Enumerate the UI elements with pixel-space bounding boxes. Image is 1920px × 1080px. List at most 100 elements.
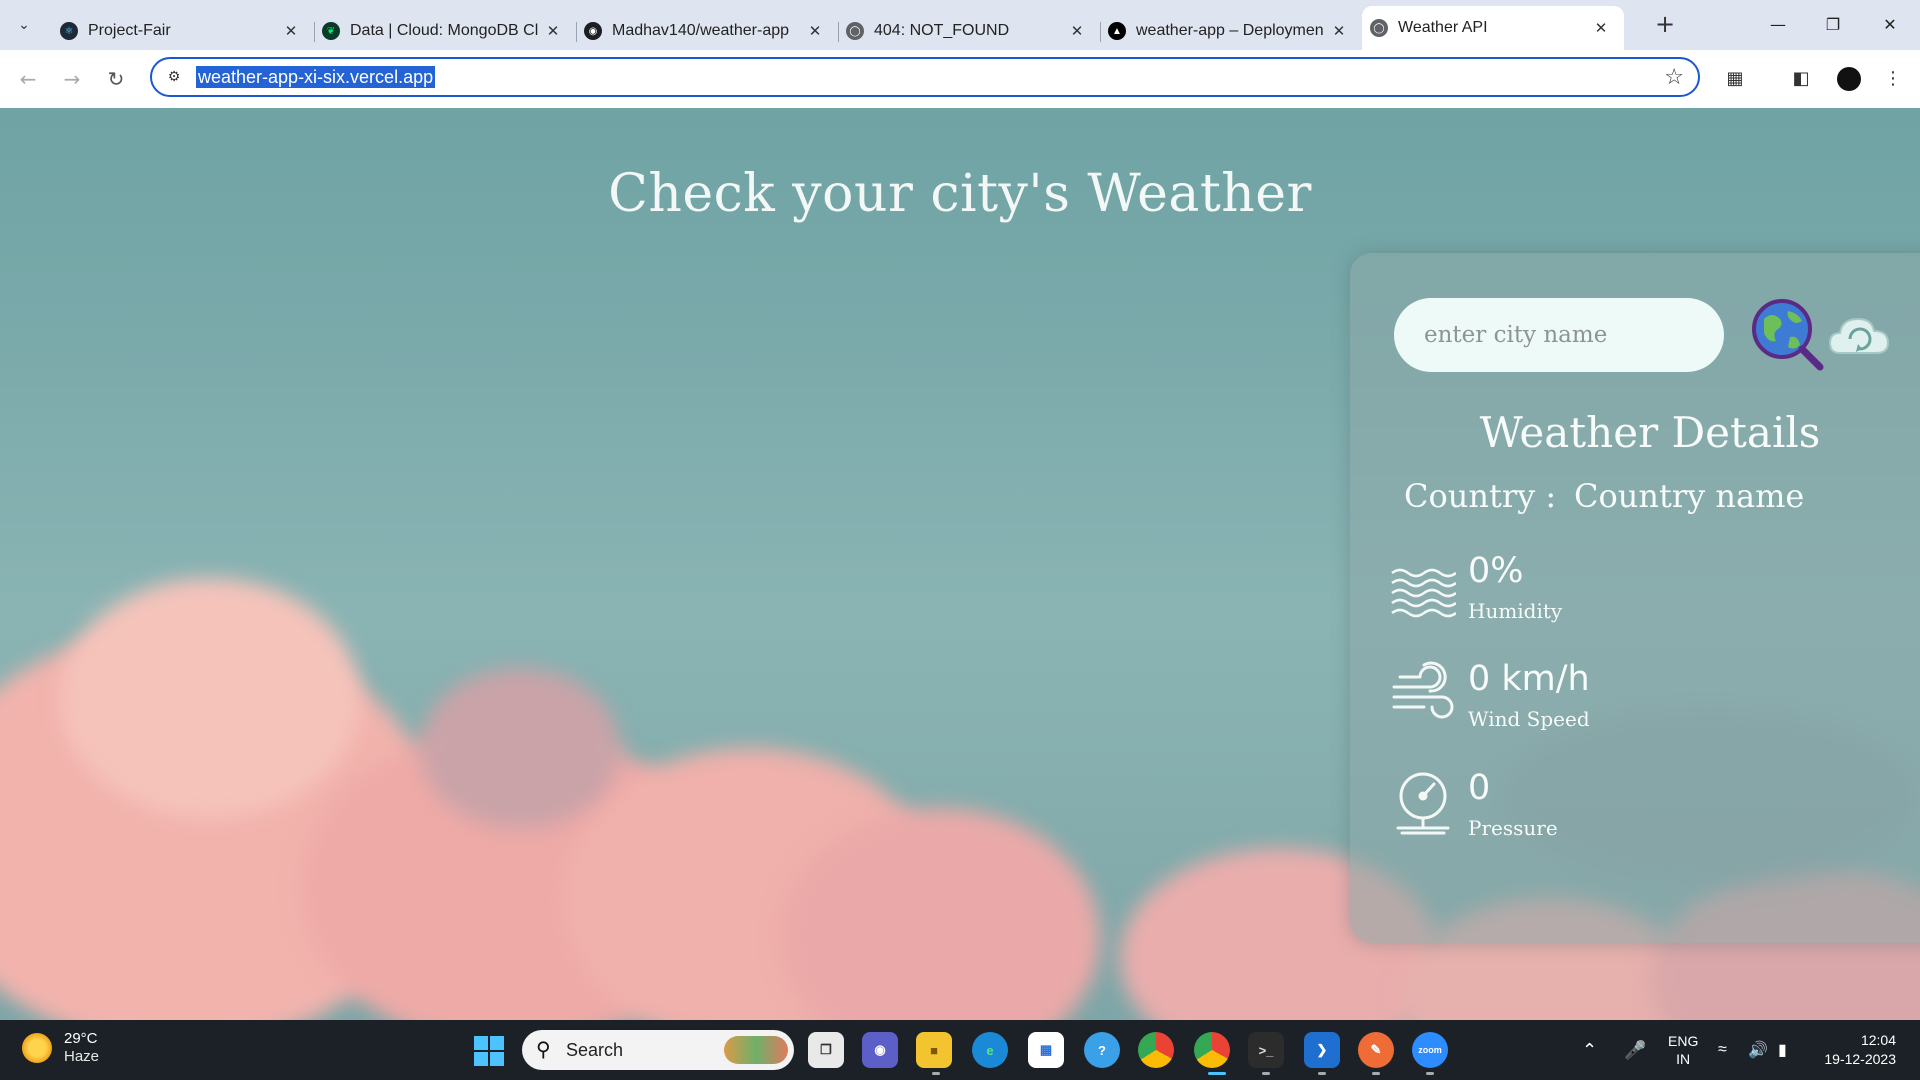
wind-icon bbox=[1392, 661, 1454, 719]
extensions-icon[interactable]: ▦ bbox=[1720, 64, 1750, 94]
widget-condition: Haze bbox=[64, 1048, 100, 1065]
pressure-gauge-icon bbox=[1396, 772, 1450, 835]
task-view-icon[interactable]: ❐ bbox=[808, 1032, 844, 1068]
tab-title: Weather API bbox=[1398, 19, 1488, 36]
side-panel-icon[interactable]: ◧ bbox=[1786, 64, 1816, 94]
close-icon[interactable]: ✕ bbox=[282, 22, 300, 40]
clock-date: 19-12-2023 bbox=[1824, 1051, 1896, 1067]
close-icon[interactable]: ✕ bbox=[1592, 19, 1610, 37]
weather-widget[interactable]: 29°C Haze bbox=[22, 1030, 99, 1066]
country-value: Country name bbox=[1574, 477, 1805, 515]
pressure-metric: 0 Pressure bbox=[1390, 768, 1790, 850]
running-indicator bbox=[932, 1072, 940, 1075]
back-button[interactable]: ← bbox=[12, 63, 44, 95]
tab-vercel[interactable]: ▲ weather-app – Deploymen ✕ bbox=[1100, 12, 1362, 50]
start-windows-icon[interactable] bbox=[474, 1036, 504, 1066]
postman-icon[interactable]: ✎ bbox=[1358, 1032, 1394, 1068]
github-icon: ◉ bbox=[584, 22, 602, 40]
forward-button[interactable]: → bbox=[56, 63, 88, 95]
city-search-input[interactable] bbox=[1394, 298, 1724, 372]
language-indicator[interactable]: ENG IN bbox=[1668, 1020, 1698, 1080]
tab-title: weather-app – Deploymen bbox=[1136, 22, 1324, 39]
url-text[interactable]: weather-app-xi-six.vercel.app bbox=[196, 66, 436, 88]
react-icon: ⚛ bbox=[60, 22, 78, 40]
microsoft-store-icon[interactable]: ▦ bbox=[1028, 1032, 1064, 1068]
pressure-value: 0 bbox=[1468, 768, 1491, 808]
running-indicator bbox=[1262, 1072, 1270, 1075]
bookmark-star-icon[interactable]: ☆ bbox=[1664, 65, 1684, 90]
teams-chat-icon[interactable]: ◉ bbox=[862, 1032, 898, 1068]
weather-details-heading: Weather Details bbox=[1479, 408, 1821, 457]
wifi-icon[interactable]: ≈ bbox=[1718, 1020, 1727, 1080]
tab-strip: ⌄ ⚛ Project-Fair ✕ ❦ Data | Cloud: Mongo… bbox=[0, 0, 1920, 50]
battery-icon[interactable]: ▮ bbox=[1778, 1020, 1787, 1080]
globe-icon: ◯ bbox=[1370, 19, 1388, 37]
clock[interactable]: 12:04 19-12-2023 bbox=[1816, 1020, 1896, 1080]
close-icon[interactable]: ✕ bbox=[544, 22, 562, 40]
microphone-icon[interactable]: 🎤 bbox=[1624, 1020, 1646, 1080]
running-indicator bbox=[1318, 1072, 1326, 1075]
refresh-cloud-icon[interactable] bbox=[1828, 309, 1892, 361]
helper-app-icon[interactable]: ? bbox=[1084, 1032, 1120, 1068]
search-highlight-image bbox=[724, 1036, 788, 1064]
page-viewport: Check your city's Weather Weather Detail… bbox=[0, 108, 1920, 1020]
chrome-icon[interactable] bbox=[1138, 1032, 1174, 1068]
humidity-waves-icon bbox=[1391, 568, 1456, 618]
vercel-icon: ▲ bbox=[1108, 22, 1126, 40]
zoom-icon[interactable]: zoom bbox=[1412, 1032, 1448, 1068]
close-icon[interactable]: ✕ bbox=[1068, 22, 1086, 40]
tab-weather-api[interactable]: ◯ Weather API ✕ bbox=[1362, 6, 1624, 50]
globe-icon: ◯ bbox=[846, 22, 864, 40]
chrome-profile-icon[interactable] bbox=[1194, 1032, 1230, 1068]
widget-temperature: 29°C bbox=[64, 1030, 98, 1047]
running-indicator bbox=[1372, 1072, 1380, 1075]
menu-kebab-icon[interactable]: ⋮ bbox=[1878, 64, 1908, 94]
wind-speed-label: Wind Speed bbox=[1468, 707, 1590, 731]
restore-button[interactable]: ❐ bbox=[1805, 8, 1861, 42]
sun-haze-icon bbox=[22, 1033, 52, 1063]
chevron-up-icon[interactable]: ⌃ bbox=[1582, 1020, 1597, 1080]
language-line1: ENG bbox=[1668, 1033, 1699, 1049]
minimize-button[interactable]: — bbox=[1750, 8, 1806, 42]
wind-speed-value: 0 km/h bbox=[1468, 659, 1590, 699]
wind-speed-metric: 0 km/h Wind Speed bbox=[1390, 659, 1790, 741]
reload-button[interactable]: ↻ bbox=[100, 63, 132, 95]
mongodb-leaf-icon: ❦ bbox=[322, 22, 340, 40]
tab-title: 404: NOT_FOUND bbox=[874, 22, 1010, 39]
close-icon[interactable]: ✕ bbox=[806, 22, 824, 40]
new-tab-button[interactable]: + bbox=[1650, 10, 1680, 40]
edge-icon[interactable]: e bbox=[972, 1032, 1008, 1068]
volume-icon[interactable]: 🔊 bbox=[1748, 1020, 1768, 1080]
profile-avatar[interactable] bbox=[1834, 64, 1864, 94]
humidity-label: Humidity bbox=[1468, 599, 1563, 623]
tab-list: ⚛ Project-Fair ✕ ❦ Data | Cloud: MongoDB… bbox=[52, 6, 1624, 50]
tab-404[interactable]: ◯ 404: NOT_FOUND ✕ bbox=[838, 12, 1100, 50]
tab-title: Madhav140/weather-app bbox=[612, 22, 790, 39]
search-globe-icon[interactable] bbox=[1750, 297, 1826, 373]
country-label: Country : bbox=[1404, 477, 1557, 515]
active-indicator bbox=[1208, 1072, 1226, 1075]
clock-time: 12:04 bbox=[1860, 1032, 1896, 1048]
tab-title: Project-Fair bbox=[88, 22, 171, 39]
address-bar[interactable]: ⚙ weather-app-xi-six.vercel.app ☆ bbox=[150, 57, 1700, 97]
site-info-icon[interactable]: ⚙ bbox=[164, 67, 184, 87]
language-line2: IN bbox=[1676, 1051, 1691, 1067]
page-title: Check your city's Weather bbox=[608, 164, 1312, 224]
tab-mongodb[interactable]: ❦ Data | Cloud: MongoDB Cl ✕ bbox=[314, 12, 576, 50]
pressure-label: Pressure bbox=[1468, 816, 1558, 840]
terminal-icon[interactable]: >_ bbox=[1248, 1032, 1284, 1068]
close-window-button[interactable]: ✕ bbox=[1862, 8, 1918, 42]
tab-github[interactable]: ◉ Madhav140/weather-app ✕ bbox=[576, 12, 838, 50]
weather-card: Weather Details Country : Country name 0… bbox=[1350, 253, 1920, 943]
close-icon[interactable]: ✕ bbox=[1330, 22, 1348, 40]
humidity-metric: 0% Humidity bbox=[1390, 551, 1790, 633]
browser-toolbar: ← → ↻ ⚙ weather-app-xi-six.vercel.app ☆ … bbox=[0, 50, 1920, 109]
vscode-icon[interactable]: ❯ bbox=[1304, 1032, 1340, 1068]
taskbar-search[interactable]: ⚲ Search bbox=[522, 1030, 794, 1070]
file-explorer-icon[interactable]: ■ bbox=[916, 1032, 952, 1068]
tab-project-fair[interactable]: ⚛ Project-Fair ✕ bbox=[52, 12, 314, 50]
humidity-value: 0% bbox=[1468, 551, 1524, 591]
search-icon: ⚲ bbox=[536, 1039, 551, 1061]
tab-search-dropdown-icon[interactable]: ⌄ bbox=[8, 10, 40, 40]
windows-taskbar: 29°C Haze ⚲ Search ❐ ◉ ■ e ▦ ? >_ ❯ ✎ zo… bbox=[0, 1020, 1920, 1080]
